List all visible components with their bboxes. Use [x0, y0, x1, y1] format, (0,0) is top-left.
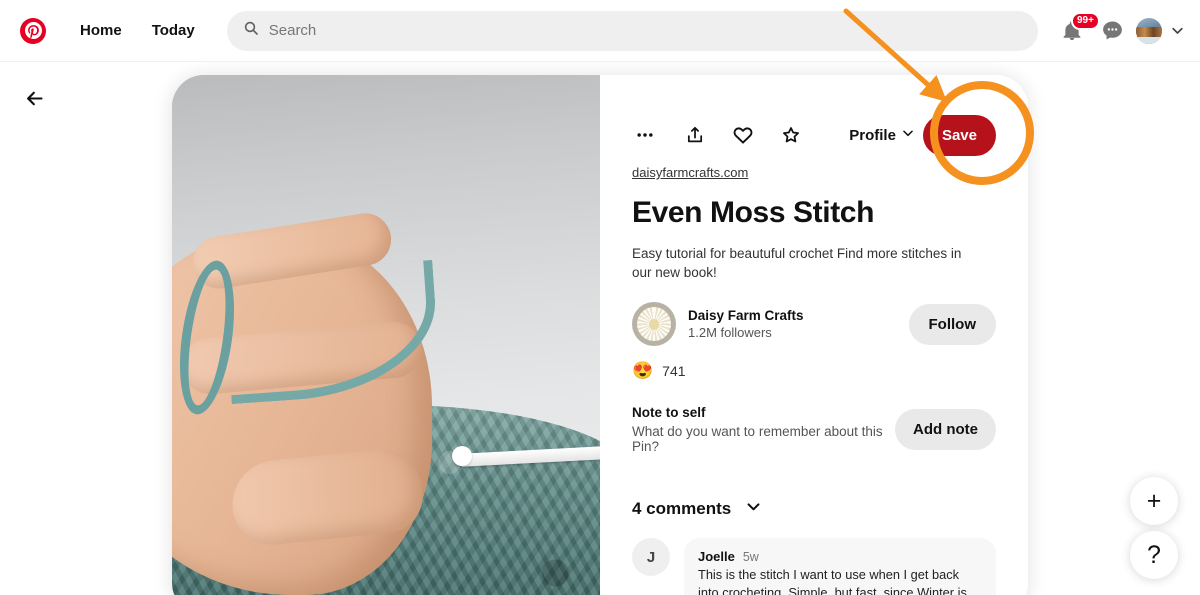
- daisy-center: [648, 318, 660, 330]
- help-button[interactable]: ?: [1130, 531, 1178, 579]
- comment-author[interactable]: Joelle: [698, 549, 735, 564]
- comment-list-item: J Joelle 5w This is the stitch I want to…: [632, 538, 996, 595]
- create-button[interactable]: +: [1130, 477, 1178, 525]
- messages-button[interactable]: [1092, 11, 1132, 51]
- ellipsis-icon: [637, 133, 653, 137]
- comments-toggle[interactable]: 4 comments: [632, 498, 762, 520]
- creator-followers: 1.2M followers: [688, 325, 772, 341]
- back-arrow-icon: [26, 91, 43, 105]
- search-icon: [243, 20, 259, 41]
- share-button[interactable]: [676, 116, 714, 154]
- avatar-photo: [1136, 27, 1162, 38]
- pin-image[interactable]: [172, 75, 600, 595]
- heart-face-reaction-icon: 😍: [632, 361, 654, 381]
- note-to-self-title: Note to self: [632, 405, 706, 421]
- pin-title: Even Moss Stitch: [632, 196, 874, 229]
- board-select-label: Profile: [849, 126, 896, 144]
- chat-bubble-icon: [1102, 21, 1122, 40]
- avatar[interactable]: [1136, 17, 1162, 44]
- chevron-down-icon: [901, 126, 915, 144]
- follow-button[interactable]: Follow: [908, 303, 996, 345]
- comment-body-text: This is the stitch I want to use when I …: [698, 567, 967, 595]
- share-upload-icon: [687, 126, 703, 143]
- pin-closeup-card: Profile Save daisyfarmcrafts.com Even Mo…: [172, 75, 1028, 595]
- question-mark-icon: ?: [1147, 540, 1161, 569]
- creator-row: Daisy Farm Crafts 1.2M followers Follow: [632, 302, 996, 347]
- chevron-down-icon: [745, 498, 762, 520]
- heart-icon: [733, 127, 753, 144]
- save-button[interactable]: Save: [922, 114, 996, 156]
- pin-image-crochet-hook-tip: [452, 446, 472, 466]
- plus-icon: +: [1146, 486, 1162, 515]
- board-select[interactable]: Profile: [849, 126, 915, 144]
- creator-text: Daisy Farm Crafts 1.2M followers: [688, 308, 909, 340]
- back-button[interactable]: [16, 80, 52, 116]
- search-input[interactable]: [268, 10, 1022, 51]
- add-note-button[interactable]: Add note: [895, 409, 996, 451]
- nav-home[interactable]: Home: [66, 13, 136, 48]
- reaction-count: 741: [662, 362, 686, 379]
- nav-today[interactable]: Today: [138, 13, 209, 48]
- comment-avatar[interactable]: J: [632, 538, 670, 577]
- favorite-button[interactable]: [772, 116, 810, 154]
- note-to-self-placeholder: What do you want to remember about this …: [632, 424, 883, 455]
- reaction-row[interactable]: 😍 741: [632, 362, 686, 379]
- search-bar[interactable]: [226, 10, 1038, 51]
- avatar-photo-bottom: [1136, 37, 1162, 44]
- daisy-avatar-icon[interactable]: [632, 302, 676, 347]
- comment-body: This is the stitch I want to use when I …: [698, 566, 982, 595]
- pinterest-pin-closeup-page: Home Today 99+: [0, 0, 1200, 595]
- note-text-wrap: Note to self What do you want to remembe…: [632, 405, 895, 454]
- note-to-self-row: Note to self What do you want to remembe…: [632, 405, 996, 454]
- top-navigation-bar: Home Today 99+: [0, 0, 1200, 62]
- account-menu-button[interactable]: [1162, 11, 1192, 51]
- notifications-button[interactable]: 99+: [1052, 11, 1100, 51]
- more-options-button[interactable]: [626, 116, 664, 154]
- creator-name[interactable]: Daisy Farm Crafts: [688, 308, 909, 323]
- like-button[interactable]: [724, 116, 762, 154]
- pin-detail-panel: Profile Save daisyfarmcrafts.com Even Mo…: [600, 75, 1028, 595]
- chevron-down-icon: [1171, 27, 1183, 34]
- comment-meta: Joelle 5w: [698, 549, 982, 564]
- comments-count: 4 comments: [632, 499, 732, 519]
- pin-action-row: Profile Save: [632, 114, 996, 156]
- source-link[interactable]: daisyfarmcrafts.com: [632, 165, 748, 180]
- comment-timestamp: 5w: [742, 550, 759, 565]
- star-icon: [783, 127, 799, 143]
- pinterest-logo-icon[interactable]: [20, 17, 46, 44]
- pin-description: Easy tutorial for beautuful crochet Find…: [632, 246, 962, 280]
- comment-bubble: Joelle 5w This is the stitch I want to u…: [684, 538, 996, 595]
